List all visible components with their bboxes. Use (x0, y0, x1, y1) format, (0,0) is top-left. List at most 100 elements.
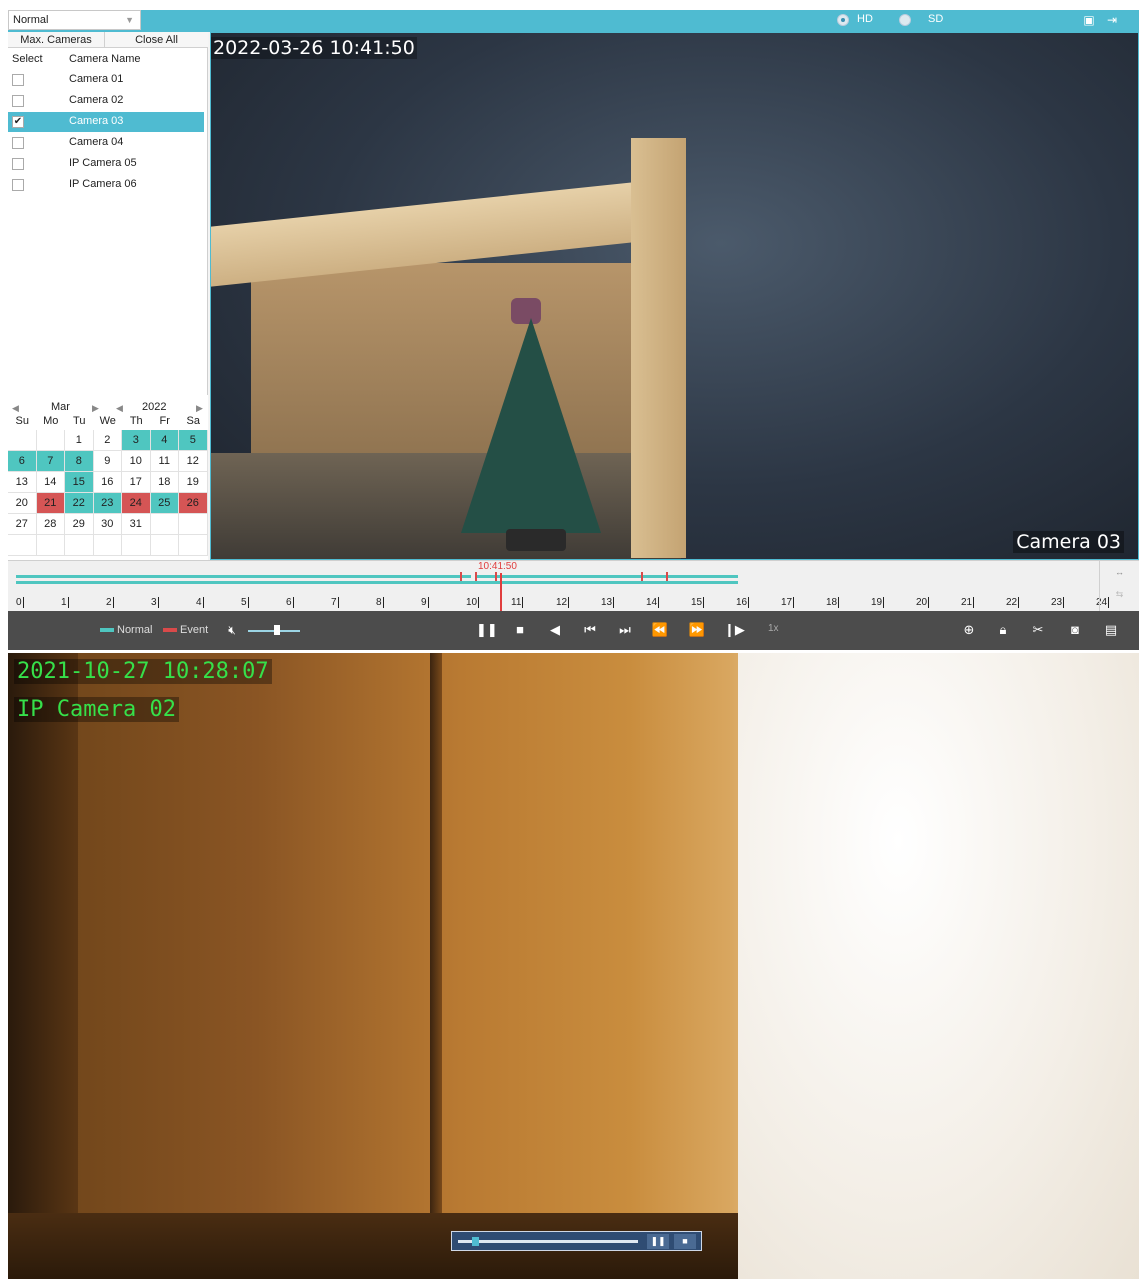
prev-year-icon[interactable]: ◀ (116, 403, 123, 414)
stop-icon[interactable]: ■ (511, 621, 529, 639)
stop-icon[interactable]: ■ (674, 1234, 696, 1249)
calendar-day[interactable]: 19 (179, 472, 208, 493)
calendar-day[interactable]: 12 (179, 451, 208, 472)
mute-icon[interactable]: 🔇︎ (223, 621, 241, 639)
calendar-day[interactable]: 3 (122, 430, 151, 451)
calendar-day[interactable]: 18 (150, 472, 179, 493)
second-video[interactable]: 2021-10-27 10:28:07 IP Camera 02 ❚❚ ■ (8, 653, 1139, 1279)
camera-name: Camera 03 (69, 115, 124, 127)
calendar-day[interactable]: 21 (36, 493, 65, 514)
calendar-day[interactable]: 24 (122, 493, 151, 514)
slow-icon[interactable]: ⏪ (651, 621, 669, 639)
clip-icon[interactable]: ✂ (1029, 621, 1047, 639)
calendar-grid: 1 2 3 4 5 6 7 8 9 10 11 12 13 14 15 16 17 18 19 20 21 22 23 24 2… (8, 430, 208, 556)
timeline-zoom[interactable]: ↔ ⇆ (1099, 561, 1139, 612)
calendar-day[interactable]: 30 (93, 514, 122, 535)
exit-icon[interactable]: ⇥ (1105, 13, 1119, 27)
timeline[interactable]: 10:41:50 0 1 2 3 4 5 6 7 8 9 10 11 12 13 14 15 16 17 18 19 2… (8, 560, 1139, 612)
snapshot-icon[interactable]: ◙ (1066, 621, 1084, 639)
event-marker (666, 572, 668, 581)
calendar-day[interactable]: 15 (65, 472, 94, 493)
digital-zoom-icon[interactable]: ⊕ (960, 621, 978, 639)
volume-knob[interactable] (273, 625, 280, 635)
hour-tick: 3 (151, 597, 159, 608)
scene-panel-seam (430, 653, 442, 1279)
scene-shelf-side (631, 138, 686, 558)
weekday-label: Fr (159, 415, 170, 427)
calendar-day[interactable]: 11 (150, 451, 179, 472)
mini-progress-track[interactable] (458, 1240, 638, 1243)
record-track (16, 581, 738, 584)
calendar-day[interactable]: 26 (179, 493, 208, 514)
record-track (16, 575, 471, 578)
camera-panel: Max. Cameras Close All Select Camera Nam… (8, 32, 208, 560)
camera-checkbox[interactable] (12, 95, 24, 107)
camera-checkbox[interactable] (12, 158, 24, 170)
camera-checkbox[interactable] (12, 74, 24, 86)
hour-tick: 19 (871, 597, 885, 608)
pause-icon[interactable]: ❚❚ (647, 1234, 669, 1249)
calendar-day[interactable]: 29 (65, 514, 94, 535)
camera-row[interactable]: Camera 01 (8, 70, 204, 90)
next-month-icon[interactable]: ▶ (92, 403, 99, 414)
camera-row[interactable]: Camera 04 (8, 133, 204, 153)
calendar-day[interactable]: 20 (8, 493, 37, 514)
zoom-out-icon[interactable]: ⇆ (1100, 583, 1139, 605)
top-bar: Normal ▼ HD SD ▣ ⇥ (8, 10, 1139, 32)
max-cameras-button[interactable]: Max. Cameras (8, 32, 105, 48)
calendar-day[interactable]: 6 (8, 451, 37, 472)
cursor-time: 10:41:50 (478, 561, 517, 572)
calendar-day[interactable]: 1 (65, 430, 94, 451)
prev-month-icon[interactable]: ◀ (12, 403, 19, 414)
mode-select[interactable]: Normal ▼ (8, 10, 141, 30)
calendar-day[interactable]: 31 (122, 514, 151, 535)
calendar-day[interactable]: 8 (65, 451, 94, 472)
calendar-day[interactable]: 16 (93, 472, 122, 493)
calendar-day[interactable]: 10 (122, 451, 151, 472)
step-frame-icon[interactable]: ❙▶ (724, 621, 745, 639)
fast-icon[interactable]: ⏩ (688, 621, 706, 639)
close-all-button[interactable]: Close All (105, 32, 208, 48)
camera-row[interactable]: IP Camera 06 (8, 175, 204, 195)
pause-icon[interactable]: ❚❚ (476, 621, 498, 639)
calendar-day[interactable]: 5 (179, 430, 208, 451)
calendar-day[interactable]: 7 (36, 451, 65, 472)
fullscreen-icon[interactable]: ▣ (1082, 13, 1096, 27)
sd-radio[interactable] (899, 14, 911, 26)
hour-tick: 17 (781, 597, 795, 608)
calendar-day[interactable]: 25 (150, 493, 179, 514)
camera-checkbox[interactable] (12, 137, 24, 149)
calendar-day[interactable]: 22 (65, 493, 94, 514)
lock-icon[interactable]: 🔒︎ (994, 621, 1012, 639)
camera-row[interactable]: ✔ Camera 03 (8, 112, 204, 132)
timeline-cursor[interactable] (500, 573, 502, 611)
calendar-day[interactable]: 14 (36, 472, 65, 493)
calendar-day[interactable]: 2 (93, 430, 122, 451)
next-year-icon[interactable]: ▶ (196, 403, 203, 414)
calendar-day[interactable]: 4 (150, 430, 179, 451)
save-icon[interactable]: ▤ (1102, 621, 1120, 639)
camera-checkbox[interactable] (12, 179, 24, 191)
calendar-day (150, 535, 179, 556)
calendar-day[interactable]: 17 (122, 472, 151, 493)
hour-tick: 11 (511, 597, 524, 608)
calendar-day[interactable]: 23 (93, 493, 122, 514)
hd-radio[interactable] (837, 14, 849, 26)
mini-progress-knob[interactable] (472, 1237, 480, 1246)
camera-row[interactable]: IP Camera 05 (8, 154, 204, 174)
calendar-day[interactable]: 9 (93, 451, 122, 472)
hour-tick: 6 (286, 597, 294, 608)
calendar-day[interactable]: 13 (8, 472, 37, 493)
camera-row[interactable]: Camera 02 (8, 91, 204, 111)
camera-checkbox[interactable]: ✔ (12, 116, 24, 128)
zoom-in-icon[interactable]: ↔ (1100, 561, 1139, 583)
calendar-day (150, 514, 179, 535)
hour-tick: 15 (691, 597, 705, 608)
main-video[interactable]: 2022-03-26 10:41:50 Camera 03 (210, 32, 1139, 560)
calendar-day[interactable]: 27 (8, 514, 37, 535)
hour-tick: 14 (646, 597, 660, 608)
reverse-play-icon[interactable]: ◀ (546, 621, 564, 639)
skip-back-icon[interactable]: ⏮ (581, 621, 599, 639)
skip-forward-icon[interactable]: ⏭ (616, 621, 634, 639)
calendar-day[interactable]: 28 (36, 514, 65, 535)
